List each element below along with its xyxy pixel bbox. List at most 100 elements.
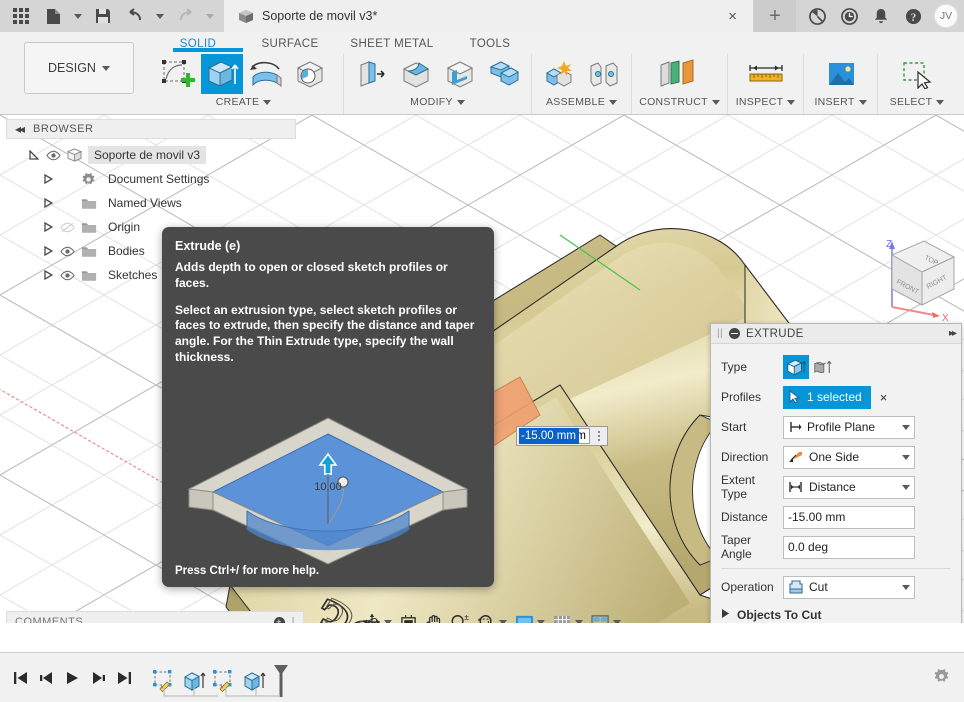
viewports-icon[interactable] xyxy=(588,612,624,623)
avatar[interactable]: JV xyxy=(934,4,958,28)
redo-icon[interactable] xyxy=(170,2,200,30)
view-cube[interactable]: Z X TOP FRONT RIGHT xyxy=(862,227,962,323)
orbit-icon[interactable] xyxy=(360,611,395,623)
inspect-measure-icon[interactable] xyxy=(743,54,789,94)
expanded-triangle-icon[interactable] xyxy=(28,149,40,161)
construct-plane-icon[interactable] xyxy=(651,54,709,94)
direction-dropdown[interactable]: One Side xyxy=(783,445,915,469)
new-tab-button[interactable]: + xyxy=(754,0,796,32)
tree-item-named-views[interactable]: Named Views xyxy=(6,191,296,215)
panel-modify-label[interactable]: MODIFY xyxy=(410,96,465,108)
create-revolve-icon[interactable] xyxy=(245,54,287,94)
close-tab-icon[interactable]: × xyxy=(722,9,743,24)
help-question-icon[interactable]: ? xyxy=(898,1,928,31)
display-settings-icon[interactable] xyxy=(512,612,548,623)
create-sweep-icon[interactable] xyxy=(289,54,331,94)
chevron-down-icon[interactable] xyxy=(499,619,507,623)
select-icon[interactable] xyxy=(896,54,938,94)
workspace-switcher[interactable]: DESIGN xyxy=(24,42,134,94)
modify-fillet-icon[interactable] xyxy=(395,54,437,94)
clear-selection-icon[interactable]: × xyxy=(880,390,888,405)
collapse-left-icon[interactable]: ◂◂ xyxy=(15,122,25,136)
notifications-bell-icon[interactable] xyxy=(866,1,896,31)
modify-press-pull-icon[interactable] xyxy=(351,54,393,94)
chevron-down-icon[interactable] xyxy=(384,619,392,623)
visibility-hidden-eye-icon[interactable] xyxy=(59,220,75,234)
chevron-down-icon[interactable] xyxy=(575,619,583,623)
taper-angle-field[interactable]: 0.0 deg xyxy=(783,535,915,559)
new-file-dropdown-caret[interactable] xyxy=(70,2,86,30)
add-comment-icon[interactable]: + xyxy=(273,616,285,623)
create-extrude-icon[interactable] xyxy=(172,48,243,94)
create-sketch-icon[interactable] xyxy=(157,54,199,94)
panel-construct-label[interactable]: CONSTRUCT xyxy=(639,96,720,108)
extrude-dialog[interactable]: || EXTRUDE ▸▸ Type Profiles 1 selected ×… xyxy=(710,323,962,623)
zoom-window-icon[interactable] xyxy=(474,611,510,623)
visibility-eye-icon[interactable] xyxy=(45,148,61,162)
tree-item-document-settings[interactable]: Document Settings xyxy=(6,167,296,191)
tab-tools[interactable]: TOOLS xyxy=(444,36,536,52)
go-to-end-icon[interactable] xyxy=(116,669,132,687)
step-forward-icon[interactable] xyxy=(90,669,106,687)
profiles-selection-button[interactable]: 1 selected xyxy=(783,385,871,409)
chevron-down-icon[interactable] xyxy=(902,424,910,430)
visibility-eye-icon[interactable] xyxy=(59,244,75,258)
expand-right-icon[interactable]: ▸▸ xyxy=(949,328,957,339)
look-at-icon[interactable] xyxy=(397,612,420,623)
chevron-down-icon[interactable] xyxy=(537,619,545,623)
comments-bar[interactable]: COMMENTS + | xyxy=(6,611,304,623)
chevron-down-icon[interactable] xyxy=(902,484,910,490)
minimize-icon[interactable] xyxy=(729,328,740,339)
job-status-icon[interactable] xyxy=(834,1,864,31)
chevron-down-icon[interactable] xyxy=(613,619,621,623)
start-dropdown[interactable]: Profile Plane xyxy=(783,415,915,439)
collapsed-triangle-icon[interactable] xyxy=(42,197,54,209)
data-panel-icon[interactable] xyxy=(802,1,832,31)
new-file-icon[interactable] xyxy=(38,2,68,30)
collapsed-triangle-icon[interactable] xyxy=(42,245,54,257)
go-to-beginning-icon[interactable] xyxy=(12,669,28,687)
insert-canvas-icon[interactable] xyxy=(820,54,862,94)
extrude-thin-icon[interactable] xyxy=(809,355,835,379)
undo-icon[interactable] xyxy=(120,2,150,30)
operation-dropdown[interactable]: Cut xyxy=(783,575,915,599)
panel-assemble-label[interactable]: ASSEMBLE xyxy=(546,96,617,108)
extent-type-dropdown[interactable]: Distance xyxy=(783,475,915,499)
panel-create-label[interactable]: CREATE xyxy=(216,96,272,108)
save-icon[interactable] xyxy=(88,2,118,30)
panel-inspect-label[interactable]: INSPECT xyxy=(736,96,796,108)
panel-insert-label[interactable]: INSERT xyxy=(814,96,867,108)
3d-viewport[interactable]: 3005 3005 ◂◂ BROWSER xyxy=(0,115,964,623)
visibility-eye-icon[interactable] xyxy=(59,268,75,282)
apps-grid-icon[interactable] xyxy=(6,2,36,30)
tab-surface[interactable]: SURFACE xyxy=(240,36,340,52)
document-tab[interactable]: Soporte de movil v3* × xyxy=(224,0,754,32)
chevron-down-icon[interactable] xyxy=(902,454,910,460)
assemble-new-component-icon[interactable] xyxy=(539,54,581,94)
tab-sheet-metal[interactable]: SHEET METAL xyxy=(340,36,444,52)
comments-grip-icon[interactable]: | xyxy=(292,616,295,623)
dimension-options-icon[interactable] xyxy=(593,428,605,444)
collapsed-triangle-icon[interactable] xyxy=(42,269,54,281)
extrude-dialog-header[interactable]: || EXTRUDE ▸▸ xyxy=(711,324,961,344)
objects-to-cut-section[interactable]: Objects To Cut xyxy=(721,602,951,623)
timeline-settings-gear-icon[interactable] xyxy=(933,668,950,688)
section-collapsed-triangle-icon[interactable] xyxy=(721,608,730,622)
pan-hand-icon[interactable] xyxy=(422,611,445,623)
modify-combine-icon[interactable] xyxy=(483,54,525,94)
step-back-icon[interactable] xyxy=(38,669,54,687)
grid-snap-icon[interactable] xyxy=(550,612,586,623)
undo-dropdown-caret[interactable] xyxy=(152,2,168,30)
extrude-solid-icon[interactable] xyxy=(783,355,809,379)
chevron-down-icon[interactable] xyxy=(902,584,910,590)
panel-select-label[interactable]: SELECT xyxy=(890,96,945,108)
zoom-icon[interactable]: ± xyxy=(447,611,472,623)
tree-item-root[interactable]: Soporte de movil v3 xyxy=(6,143,296,167)
play-icon[interactable] xyxy=(64,669,80,687)
assemble-joint-icon[interactable] xyxy=(583,54,625,94)
modify-shell-icon[interactable] xyxy=(439,54,481,94)
collapsed-triangle-icon[interactable] xyxy=(42,173,54,185)
dialog-drag-grip-icon[interactable]: || xyxy=(717,328,723,339)
redo-dropdown-caret[interactable] xyxy=(202,2,218,30)
distance-field[interactable]: -15.00 mm xyxy=(783,505,915,529)
